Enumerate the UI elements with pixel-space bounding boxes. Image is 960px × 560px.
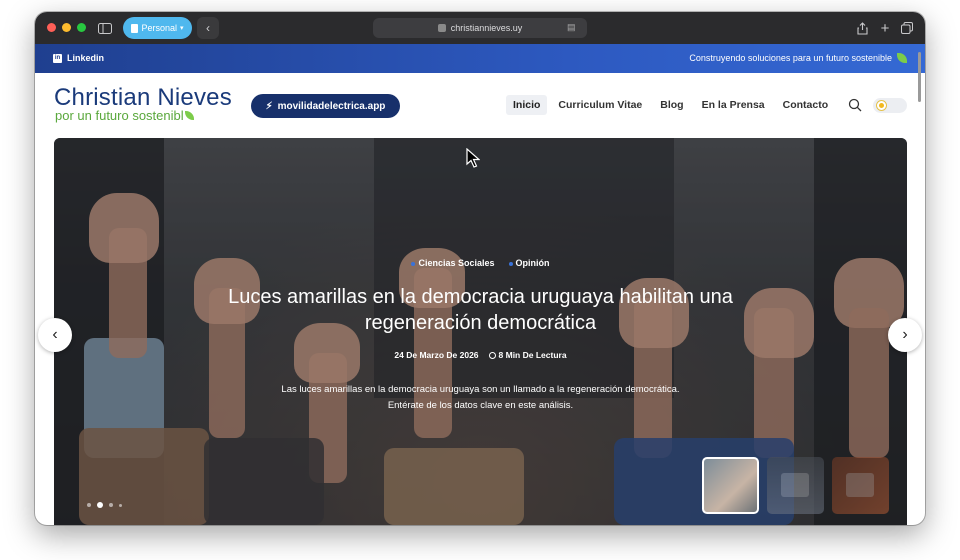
share-icon[interactable] [852, 18, 872, 38]
post-excerpt: Las luces amarillas en la democracia uru… [281, 384, 680, 411]
site-favicon-icon [437, 24, 446, 32]
main-navigation: Inicio Curriculum Vitae Blog En la Prens… [506, 95, 835, 115]
slide-thumbnail[interactable] [832, 457, 889, 514]
post-title[interactable]: Luces amarillas en la democracia uruguay… [204, 284, 757, 336]
chevron-down-icon: ▾ [180, 25, 184, 32]
slide-thumbnail[interactable] [767, 457, 824, 514]
hero-slider: Ciencias Sociales Opinión Luces amarilla… [54, 138, 907, 525]
linkedin-label: Linkedin [67, 53, 105, 63]
back-button[interactable]: ‹ [197, 17, 219, 39]
slide-dot[interactable] [87, 503, 91, 507]
nav-item-inicio[interactable]: Inicio [506, 95, 548, 115]
nav-item-curriculum-vitae[interactable]: Curriculum Vitae [551, 95, 649, 115]
post-categories: Ciencias Sociales Opinión [54, 258, 907, 268]
movilidad-electrica-button[interactable]: ⚡︎ movilidadelectrica.app [251, 94, 400, 118]
address-bar[interactable]: christiannieves.uy ▤ [373, 18, 587, 38]
profile-selector[interactable]: Personal ▾ [123, 17, 192, 39]
profile-label: Personal [141, 23, 177, 33]
site-logo-subtitle: por un futuro sostenibl [55, 108, 194, 123]
post-date: 24 De Marzo De 2026 [394, 350, 479, 360]
cta-label: movilidadelectrica.app [277, 100, 386, 112]
clock-icon [488, 352, 496, 359]
new-tab-icon[interactable]: + [875, 18, 895, 38]
lightning-icon: ⚡︎ [265, 100, 273, 112]
slide-dot[interactable] [119, 503, 122, 507]
linkedin-icon: in [53, 53, 62, 63]
profile-icon [131, 23, 139, 33]
slider-prev-button[interactable]: ‹ [38, 318, 72, 352]
nav-item-blog[interactable]: Blog [653, 95, 690, 115]
search-icon[interactable] [848, 98, 862, 112]
category-ciencias-sociales[interactable]: Ciencias Sociales [411, 258, 494, 268]
slider-pagination [87, 502, 122, 508]
reader-mode-icon[interactable]: ▤ [567, 22, 579, 34]
slider-next-button[interactable]: › [888, 318, 922, 352]
slide-thumbnail-active[interactable] [702, 457, 759, 514]
tab-overview-icon[interactable] [897, 18, 917, 38]
url-text: christiannieves.uy [450, 23, 523, 33]
category-opinion[interactable]: Opinión [509, 258, 550, 268]
slider-thumbnails [702, 457, 889, 514]
leaf-icon [897, 53, 907, 63]
zoom-window-button[interactable] [77, 23, 86, 32]
site-tagline: Construyendo soluciones para un futuro s… [689, 53, 907, 63]
top-announcement-bar: in Linkedin Construyendo soluciones para… [35, 44, 925, 73]
minimize-window-button[interactable] [62, 23, 71, 32]
site-header: Christian Nieves por un futuro sostenibl… [35, 73, 925, 137]
browser-window: Personal ▾ ‹ christiannieves.uy ▤ + in L… [35, 12, 925, 525]
sidebar-toggle-icon[interactable] [95, 18, 115, 38]
post-meta: 24 De Marzo De 2026 8 Min De Lectura [54, 350, 907, 360]
chevron-right-icon: › [902, 326, 908, 343]
read-time: 8 Min De Lectura [488, 350, 567, 360]
logo-subtitle-text: por un futuro sostenibl [55, 108, 184, 123]
nav-item-en-la-prensa[interactable]: En la Prensa [695, 95, 772, 115]
tagline-text: Construyendo soluciones para un futuro s… [689, 53, 892, 63]
chevron-left-icon: ‹ [52, 326, 58, 343]
close-window-button[interactable] [47, 23, 56, 32]
logo-leaf-icon [184, 111, 194, 120]
sun-icon [876, 100, 887, 111]
slide-dot-active[interactable] [97, 502, 103, 508]
theme-toggle[interactable] [873, 98, 907, 113]
browser-toolbar: Personal ▾ ‹ christiannieves.uy ▤ + [35, 12, 925, 44]
mouse-cursor-icon [466, 148, 480, 168]
page-scrollbar[interactable] [918, 52, 921, 102]
slide-dot[interactable] [109, 503, 113, 507]
nav-item-contacto[interactable]: Contacto [776, 95, 836, 115]
chevron-left-icon: ‹ [206, 21, 210, 35]
linkedin-link[interactable]: in Linkedin [53, 53, 104, 63]
